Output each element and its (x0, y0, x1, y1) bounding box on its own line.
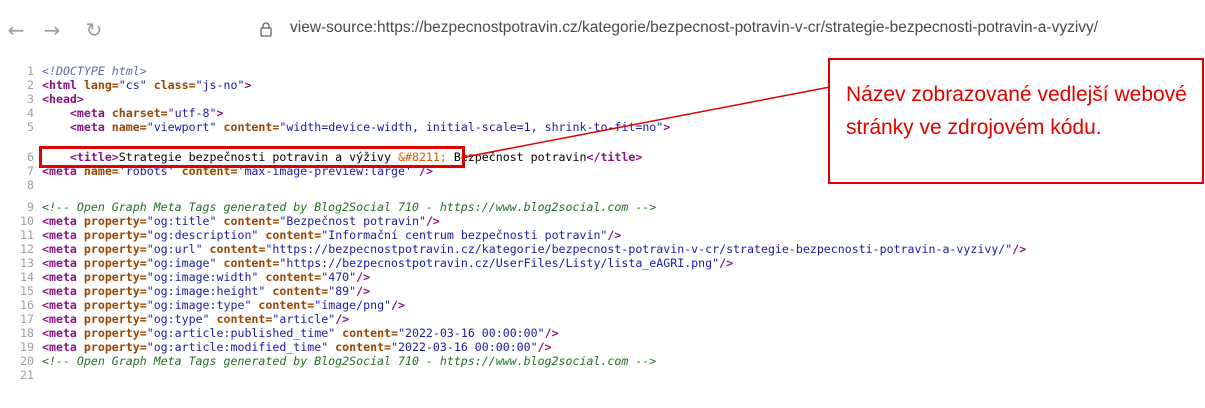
title-highlight-box (39, 146, 465, 168)
annotation-callout: Název zobrazované vedlejší webové stránk… (828, 58, 1204, 184)
annotation-text: Název zobrazované vedlejší webové stránk… (846, 83, 1187, 139)
